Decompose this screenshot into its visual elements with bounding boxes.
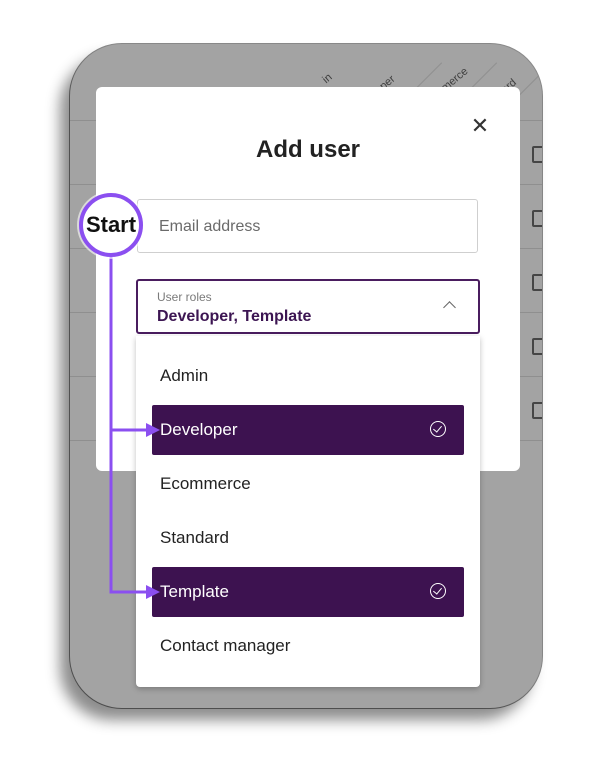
start-badge: Start	[79, 193, 143, 257]
arrow-path-template	[109, 257, 150, 594]
annotation-arrows	[109, 257, 160, 599]
arrowhead-developer	[146, 423, 160, 437]
arrowhead-template	[146, 585, 160, 599]
